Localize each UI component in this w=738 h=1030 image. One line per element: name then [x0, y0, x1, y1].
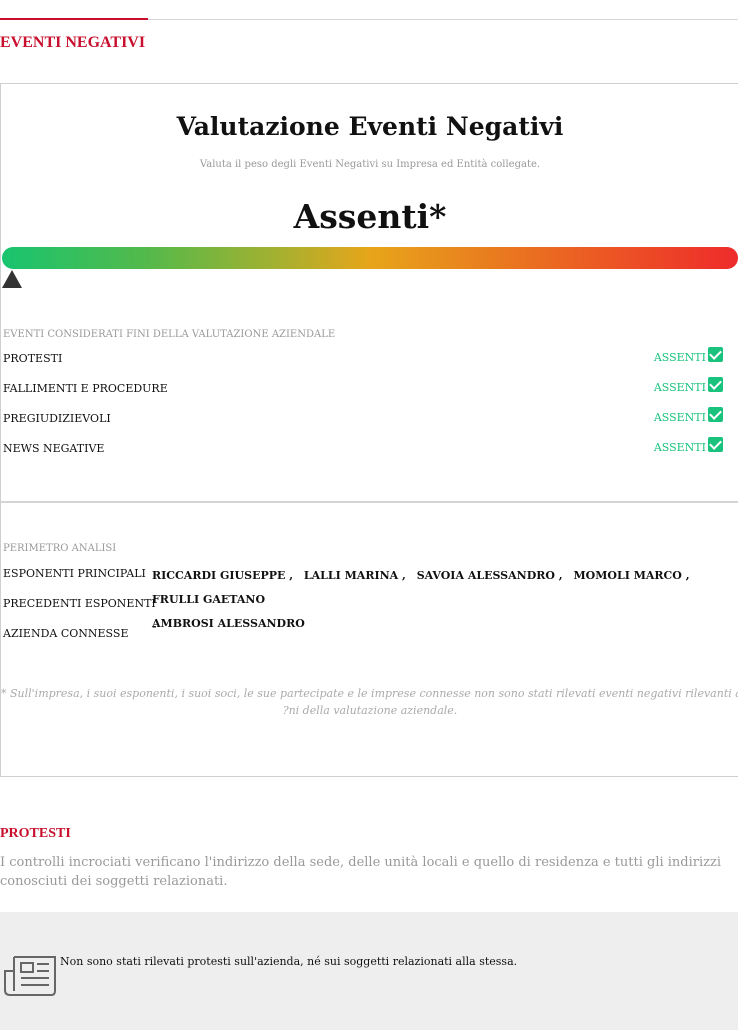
person-name: MOMOLI MARCO , — [573, 569, 690, 582]
event-status-text: ASSENTI — [653, 381, 706, 394]
event-status: ASSENTI — [654, 407, 723, 424]
protesti-info-text: Non sono stati rilevati protesti sull'az… — [60, 955, 518, 968]
connected-value: - — [152, 620, 157, 633]
person-name: AMBROSI ALESSANDRO — [152, 617, 305, 630]
event-status: ASSENTI — [654, 437, 723, 454]
perimeter-label-main: ESPONENTI PRINCIPALI — [3, 567, 146, 580]
footnote: * Sull'impresa, i suoi esponenti, i suoi… — [1, 685, 738, 719]
evaluation-result: Assenti* — [293, 197, 447, 236]
event-row-protesti: PROTESTI ASSENTI — [3, 347, 723, 372]
event-status-text: ASSENTI — [653, 351, 706, 364]
top-divider-accent — [0, 18, 148, 20]
event-label: NEWS NEGATIVE — [3, 442, 105, 455]
card-title: Valutazione Eventi Negativi — [176, 112, 564, 141]
gauge-marker-icon — [2, 270, 22, 288]
event-status: ASSENTI — [654, 347, 723, 364]
footnote-line-2: ?ni della valutazione aziendale. — [282, 704, 458, 717]
footnote-line-1: * Sull'impresa, i suoi esponenti, i suoi… — [1, 687, 738, 700]
event-row-fallimenti: FALLIMENTI E PROCEDURE ASSENTI — [3, 377, 723, 402]
perimeter-label-previous: PRECEDENTI ESPONENTI — [3, 597, 156, 610]
newspaper-icon — [4, 956, 56, 996]
person-name: LALLI MARINA , — [303, 569, 406, 582]
perimeter-names: RICCARDI GIUSEPPE , LALLI MARINA , SAVOI… — [152, 564, 712, 636]
card-divider — [1, 501, 738, 503]
check-icon — [708, 437, 723, 452]
risk-gauge-bar — [2, 247, 738, 269]
check-icon — [708, 377, 723, 392]
event-label: FALLIMENTI E PROCEDURE — [3, 382, 168, 395]
check-icon — [708, 407, 723, 422]
perimeter-label-connected: AZIENDA CONNESSE — [3, 627, 129, 640]
event-status: ASSENTI — [654, 377, 723, 394]
events-caption: EVENTI CONSIDERATI FINI DELLA VALUTAZION… — [3, 329, 336, 340]
protesti-title: PROTESTI — [0, 826, 71, 841]
event-status-text: ASSENTI — [653, 441, 706, 454]
event-status-text: ASSENTI — [653, 411, 706, 424]
person-name: FRULLI GAETANO — [152, 593, 266, 606]
event-label: PREGIUDIZIEVOLI — [3, 412, 111, 425]
protesti-description: I controlli incrociati verificano l'indi… — [0, 855, 721, 889]
person-name: RICCARDI GIUSEPPE , — [152, 569, 294, 582]
protesti-info-box: Non sono stati rilevati protesti sull'az… — [0, 912, 738, 1030]
event-label: PROTESTI — [3, 352, 63, 365]
evaluation-card: Valutazione Eventi Negativi Valuta il pe… — [0, 83, 738, 777]
person-name: SAVOIA ALESSANDRO , — [416, 569, 563, 582]
card-subtitle: Valuta il peso degli Eventi Negativi su … — [199, 159, 541, 170]
event-row-pregiudizievoli: PREGIUDIZIEVOLI ASSENTI — [3, 407, 723, 432]
event-row-news: NEWS NEGATIVE ASSENTI — [3, 437, 723, 462]
perimeter-caption: PERIMETRO ANALISI — [3, 543, 117, 554]
section-title: EVENTI NEGATIVI — [0, 34, 146, 51]
check-icon — [708, 347, 723, 362]
